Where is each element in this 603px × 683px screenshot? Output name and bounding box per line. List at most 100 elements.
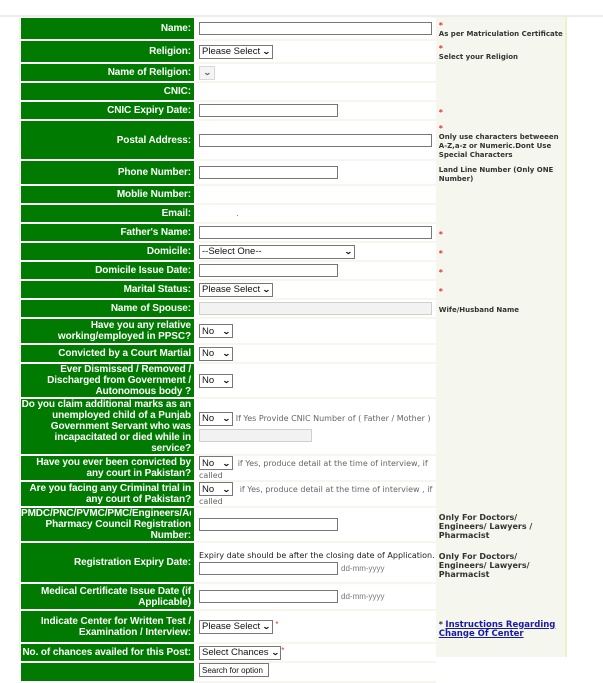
required-marker: * <box>275 619 279 629</box>
label-convicted-court: Have you ever been convicted by any cour… <box>21 456 194 482</box>
registration-expiry-input[interactable] <box>199 561 338 575</box>
row-relative-ppsc: Have you any relative working/employed i… <box>21 319 565 345</box>
label-relative-ppsc: Have you any relative working/employed i… <box>21 319 194 345</box>
name-input[interactable] <box>199 22 432 35</box>
chevron-down-icon: ⌄ <box>270 648 280 657</box>
row-domicile: Domicile: --Select One-- ⌄ * <box>21 243 565 262</box>
date-format-hint: dd-mm-yyyy <box>341 592 385 601</box>
required-marker: * <box>438 286 443 296</box>
registration-number-input[interactable] <box>199 518 338 531</box>
required-marker: * <box>438 267 443 277</box>
medical-certificate-input[interactable] <box>199 590 338 603</box>
additional-marks-note: If Yes Provide CNIC Number of ( Father /… <box>235 414 431 423</box>
phone-hint: Land Line Number (Only ONE Number) <box>438 165 554 183</box>
label-registration-number: PMDC/PNC/PVMC/PMC/Engineers/AdvocPharmac… <box>21 508 194 543</box>
row-email: Email: <box>21 205 565 224</box>
row-court-martial: Convicted by a Court Martial No ⌄ <box>21 345 565 364</box>
chevron-down-icon: ⌄ <box>221 326 231 336</box>
spouse-hint: Wife/Husband Name <box>438 306 520 314</box>
relative-ppsc-select[interactable]: No ⌄ <box>199 324 233 338</box>
label-postal-address: Postal Address: <box>21 121 194 161</box>
row-phone: Phone Number: Land Line Number (Only ONE… <box>21 161 565 186</box>
convicted-court-select[interactable]: No ⌄ <box>199 456 233 470</box>
instructions-change-center-link[interactable]: Instructions Regarding Change Of Center <box>439 620 556 639</box>
domicile-select[interactable]: --Select One-- ⌄ <box>199 244 355 259</box>
chevron-down-icon: ⌄ <box>202 68 212 77</box>
label-dismissed: Ever Dismissed / Removed / Discharged fr… <box>21 364 194 399</box>
chances-select[interactable]: Select Chances ⌄ <box>199 645 282 660</box>
registration-number-hint: Only For Doctors/ Engineers/ Lawyers / P… <box>438 513 533 540</box>
dismissed-select[interactable]: No ⌄ <box>199 373 233 388</box>
required-marker: * <box>438 229 443 239</box>
row-exam-center: Indicate Center for Written Test / Exami… <box>21 611 565 644</box>
row-criminal-trial: Are you facing any Criminal trial in any… <box>21 482 565 508</box>
row-additional-marks: Do you claim additional marks as an unem… <box>21 399 565 456</box>
chevron-down-icon: ⌄ <box>262 622 271 631</box>
label-mobile: Moblie Number: <box>21 186 194 205</box>
label-cnic: CNIC: <box>21 83 194 102</box>
father-name-input[interactable] <box>199 226 432 239</box>
postal-address-input[interactable] <box>199 133 432 147</box>
required-marker: * <box>281 645 285 655</box>
exam-center-select[interactable]: Please Select ⌄ <box>199 619 273 634</box>
date-format-hint: dd-mm-yyyy <box>341 563 385 573</box>
label-name: Name: <box>21 18 194 41</box>
religion-select[interactable]: Please Select ⌄ <box>199 44 273 59</box>
registration-expiry-note: Expiry date should be after the closing … <box>199 550 435 560</box>
convicted-court-note: if Yes, produce detail at the time of in… <box>199 458 428 481</box>
cnic-expiry-input[interactable] <box>199 104 338 117</box>
row-marital-status: Marital Status: Please Select ⌄ * <box>21 281 565 300</box>
domicile-issue-date-input[interactable] <box>199 264 338 277</box>
chevron-down-icon: ⌄ <box>262 47 271 56</box>
label-criminal-trial: Are you facing any Criminal trial in any… <box>21 482 194 508</box>
row-postal-address: Postal Address: * Only use characters bet… <box>21 121 565 161</box>
partial-select[interactable]: Search for option <box>199 663 269 677</box>
row-cnic-expiry: CNIC Expiry Date: * <box>21 102 565 121</box>
chevron-down-icon: ⌄ <box>344 247 354 256</box>
row-mobile: Moblie Number: <box>21 186 565 205</box>
criminal-trial-note: if Yes, produce detail at the time of in… <box>199 484 433 507</box>
label-medical-certificate: Medical Certificate Issue Date (if Appli… <box>21 584 194 611</box>
additional-marks-select[interactable]: No ⌄ <box>199 411 233 426</box>
label-marital-status: Marital Status: <box>21 281 194 300</box>
required-marker: * <box>438 248 443 258</box>
religion-hint: Select your Religion <box>438 53 519 61</box>
row-medical-certificate: Medical Certificate Issue Date (if Appli… <box>21 584 565 611</box>
marital-status-select[interactable]: Please Select ⌄ <box>199 282 273 297</box>
label-spouse: Name of Spouse: <box>21 300 194 319</box>
postal-address-hint: Only use characters betweeen A-Z,a-z or … <box>438 132 559 159</box>
name-of-religion-select[interactable]: ⌄ <box>199 65 215 80</box>
chevron-down-icon: ⌄ <box>221 349 231 358</box>
required-marker: * <box>438 123 443 133</box>
label-domicile: Domicile: <box>21 243 194 262</box>
row-chances: No. of chances availed for this Post: Se… <box>21 644 565 663</box>
spouse-name-input[interactable] <box>199 302 432 315</box>
parent-cnic-input[interactable] <box>199 428 312 442</box>
label-additional-marks: Do you claim additional marks as an unem… <box>21 399 194 456</box>
label-phone: Phone Number: <box>21 161 194 186</box>
row-name-of-religion: Name of Religion: ⌄ <box>21 64 565 83</box>
required-marker: * <box>438 21 443 30</box>
phone-input[interactable] <box>199 166 338 179</box>
label-partial <box>21 663 194 683</box>
label-domicile-issue-date: Domicile Issue Date: <box>21 262 194 281</box>
label-religion: Religion: <box>21 41 194 64</box>
row-father-name: Father's Name: * <box>21 224 565 243</box>
court-martial-select[interactable]: No ⌄ <box>199 346 233 361</box>
label-email: Email: <box>21 205 194 224</box>
row-cnic: CNIC: <box>21 83 565 102</box>
row-name: Name: * As per Matriculation Certificate <box>21 18 565 41</box>
chevron-down-icon: ⌄ <box>221 484 231 494</box>
registration-expiry-hint: Only For Doctors/ Engineers/ Lawyers/ Ph… <box>438 552 530 579</box>
label-registration-expiry: Registration Expiry Date: <box>21 543 194 584</box>
label-chances: No. of chances availed for this Post: <box>21 644 194 663</box>
required-marker: * <box>438 44 443 53</box>
chevron-down-icon: ⌄ <box>221 414 231 423</box>
row-registration-number: PMDC/PNC/PVMC/PMC/Engineers/AdvocPharmac… <box>21 508 565 543</box>
criminal-trial-select[interactable]: No ⌄ <box>199 482 233 496</box>
row-convicted-court: Have you ever been convicted by any cour… <box>21 456 565 482</box>
row-religion: Religion: Please Select ⌄ * Select your Re… <box>21 41 565 64</box>
row-spouse: Name of Spouse: Wife/Husband Name <box>21 300 565 319</box>
label-father-name: Father's Name: <box>21 224 194 243</box>
application-form: Name: * As per Matriculation Certificate … <box>21 18 565 683</box>
